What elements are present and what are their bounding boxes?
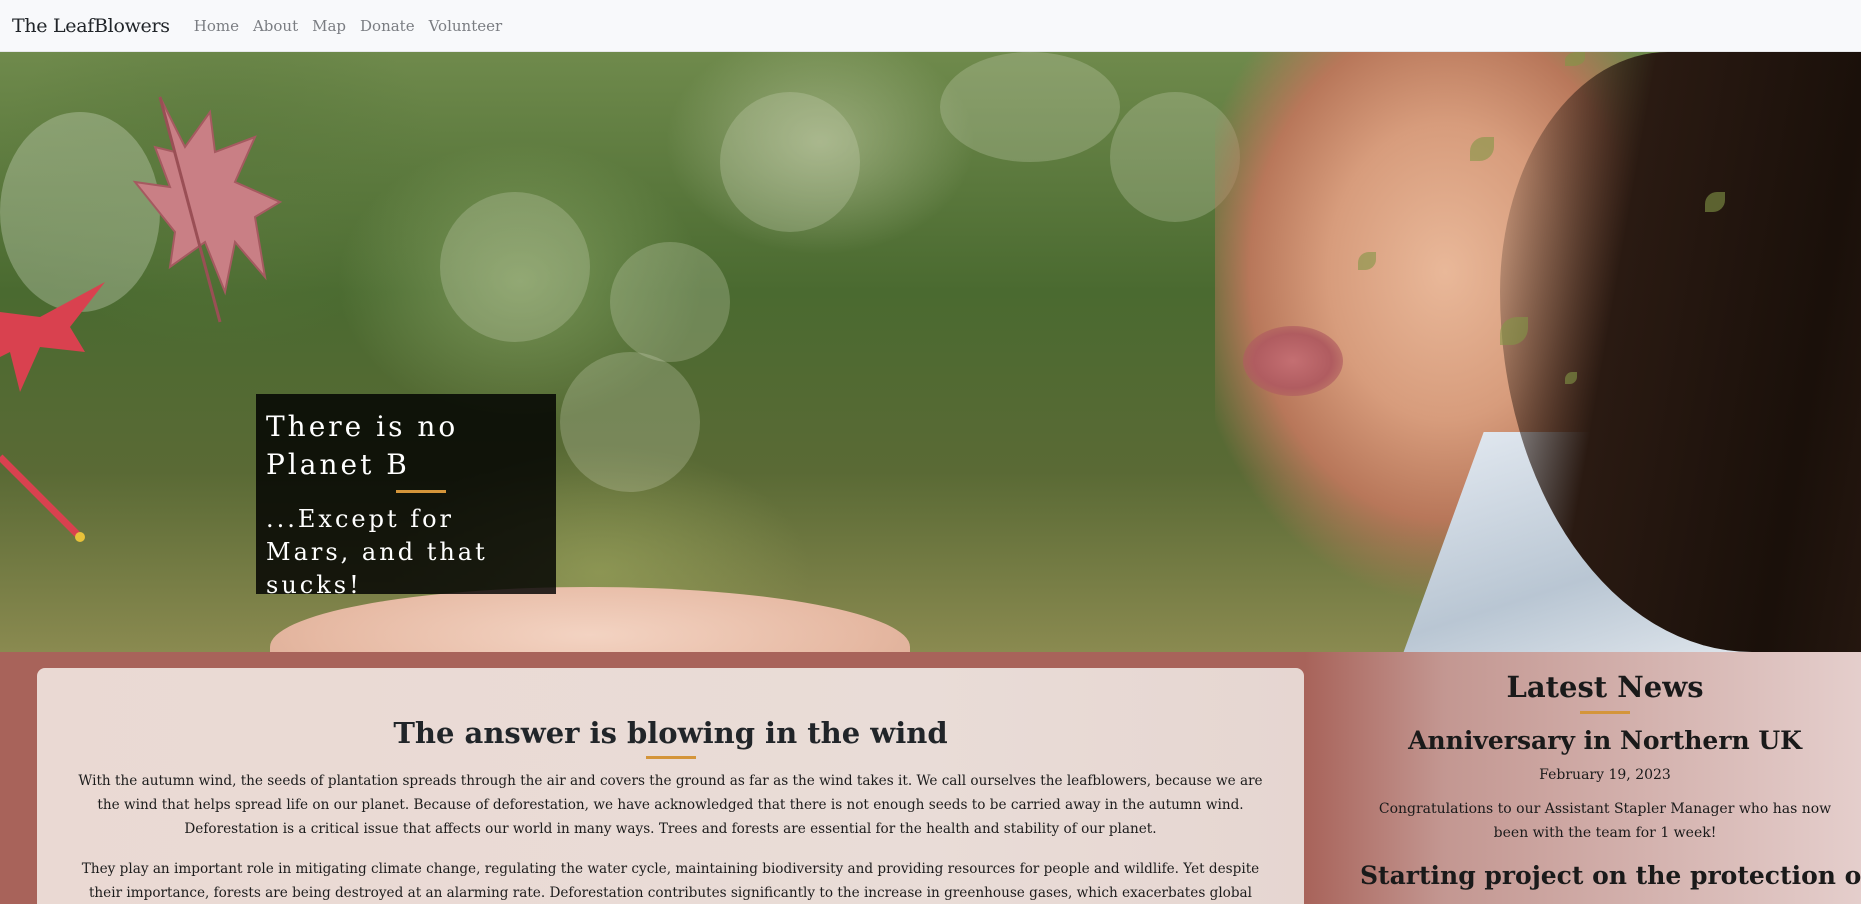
lips-image bbox=[1243, 326, 1343, 396]
hero-banner: There is no Planet B ...Except for Mars,… bbox=[0, 52, 1861, 652]
maple-leaf-icon bbox=[132, 96, 283, 323]
nav-link-volunteer[interactable]: Volunteer bbox=[429, 17, 503, 35]
bokeh-light bbox=[560, 352, 700, 492]
news-item-text: Congratulations to our Assistant Stapler… bbox=[1378, 801, 1832, 841]
navbar: The LeafBlowers Home About Map Donate Vo… bbox=[0, 0, 1861, 52]
red-leaf-icon bbox=[0, 282, 105, 392]
accent-divider bbox=[1580, 711, 1630, 714]
article-card: The answer is blowing in the wind With t… bbox=[37, 668, 1304, 904]
bokeh-light bbox=[610, 242, 730, 362]
news-item-date: February 19, 2023 bbox=[1539, 767, 1671, 783]
news-item-title[interactable]: Anniversary in Northern UK bbox=[1360, 726, 1850, 755]
article-paragraph: They play an important role in mitigatin… bbox=[81, 861, 1260, 901]
nav-link-about[interactable]: About bbox=[253, 17, 298, 35]
news-heading: Latest News bbox=[1506, 670, 1704, 704]
leaf-stem-icon bbox=[0, 454, 85, 542]
nav-link-home[interactable]: Home bbox=[194, 17, 239, 35]
accent-divider bbox=[396, 490, 446, 493]
bokeh-light bbox=[440, 192, 590, 342]
nav-link-map[interactable]: Map bbox=[312, 17, 346, 35]
article-paragraph: With the autumn wind, the seeds of plant… bbox=[78, 773, 1263, 837]
article-title: The answer is blowing in the wind bbox=[393, 716, 948, 750]
hero-caption: There is no Planet B ...Except for Mars,… bbox=[256, 394, 556, 599]
nav-link-donate[interactable]: Donate bbox=[360, 17, 415, 35]
accent-divider bbox=[645, 756, 696, 759]
news-item-title[interactable]: Starting project on the protection of bbox=[1360, 861, 1861, 890]
hero-title: There is no Planet B bbox=[266, 410, 459, 481]
latest-news-panel: Latest News Anniversary in Northern UK F… bbox=[1360, 668, 1861, 904]
bokeh-light bbox=[940, 52, 1120, 162]
hero-subtitle: ...Except for Mars, and that sucks! bbox=[266, 505, 488, 599]
brand-logo[interactable]: The LeafBlowers bbox=[12, 15, 170, 37]
bokeh-light bbox=[720, 92, 860, 232]
